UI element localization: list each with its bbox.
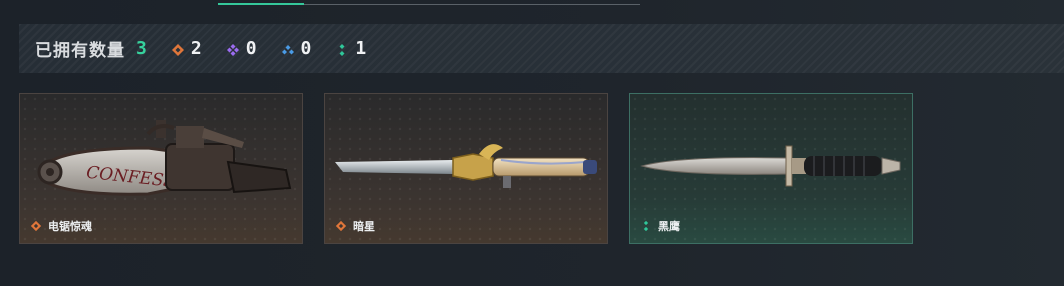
rarity-count-green: 1: [335, 38, 366, 59]
orange-diamond-icon: [335, 220, 347, 232]
owned-total: 3: [136, 38, 147, 59]
rarity-count-blue: 0: [281, 38, 312, 59]
rarity-count-value: 0: [245, 38, 257, 59]
orange-diamond-icon: [171, 42, 185, 56]
chainsaw-image: CONFESS: [37, 120, 292, 196]
rarity-count-value: 1: [355, 38, 367, 59]
item-name: 暗星: [353, 220, 375, 233]
owned-label: 已拥有数量: [35, 41, 125, 61]
item-name: 黑鹰: [658, 220, 680, 233]
blue-diamond-icon: [281, 42, 295, 56]
item-name-row: 黑鹰: [640, 218, 680, 234]
item-name-row: 暗星: [335, 218, 375, 234]
item-card-chainsaw[interactable]: CONFESS 电锯惊魂: [19, 93, 303, 244]
owned-summary-bar: 已拥有数量 3 2 0 0 1: [19, 24, 1064, 73]
green-dots-icon: [335, 42, 349, 56]
top-filter-bar[interactable]: [218, 0, 640, 5]
purple-diamond-icon: [226, 42, 240, 56]
rarity-count-value: 2: [190, 38, 202, 59]
rarity-count-orange: 2: [171, 38, 202, 59]
orange-diamond-icon: [30, 220, 42, 232]
item-card-black-hawk[interactable]: 黑鹰: [629, 93, 913, 244]
item-name-row: 电锯惊魂: [30, 218, 92, 234]
green-dots-icon: [643, 220, 649, 232]
combat-knife-image: [640, 145, 901, 187]
rarity-count-value: 0: [300, 38, 312, 59]
dagger-image: [335, 144, 597, 188]
item-name: 电锯惊魂: [48, 220, 92, 233]
active-tab-indicator: [218, 3, 304, 5]
item-card-dark-star[interactable]: 暗星: [324, 93, 608, 244]
rarity-count-purple: 0: [226, 38, 257, 59]
